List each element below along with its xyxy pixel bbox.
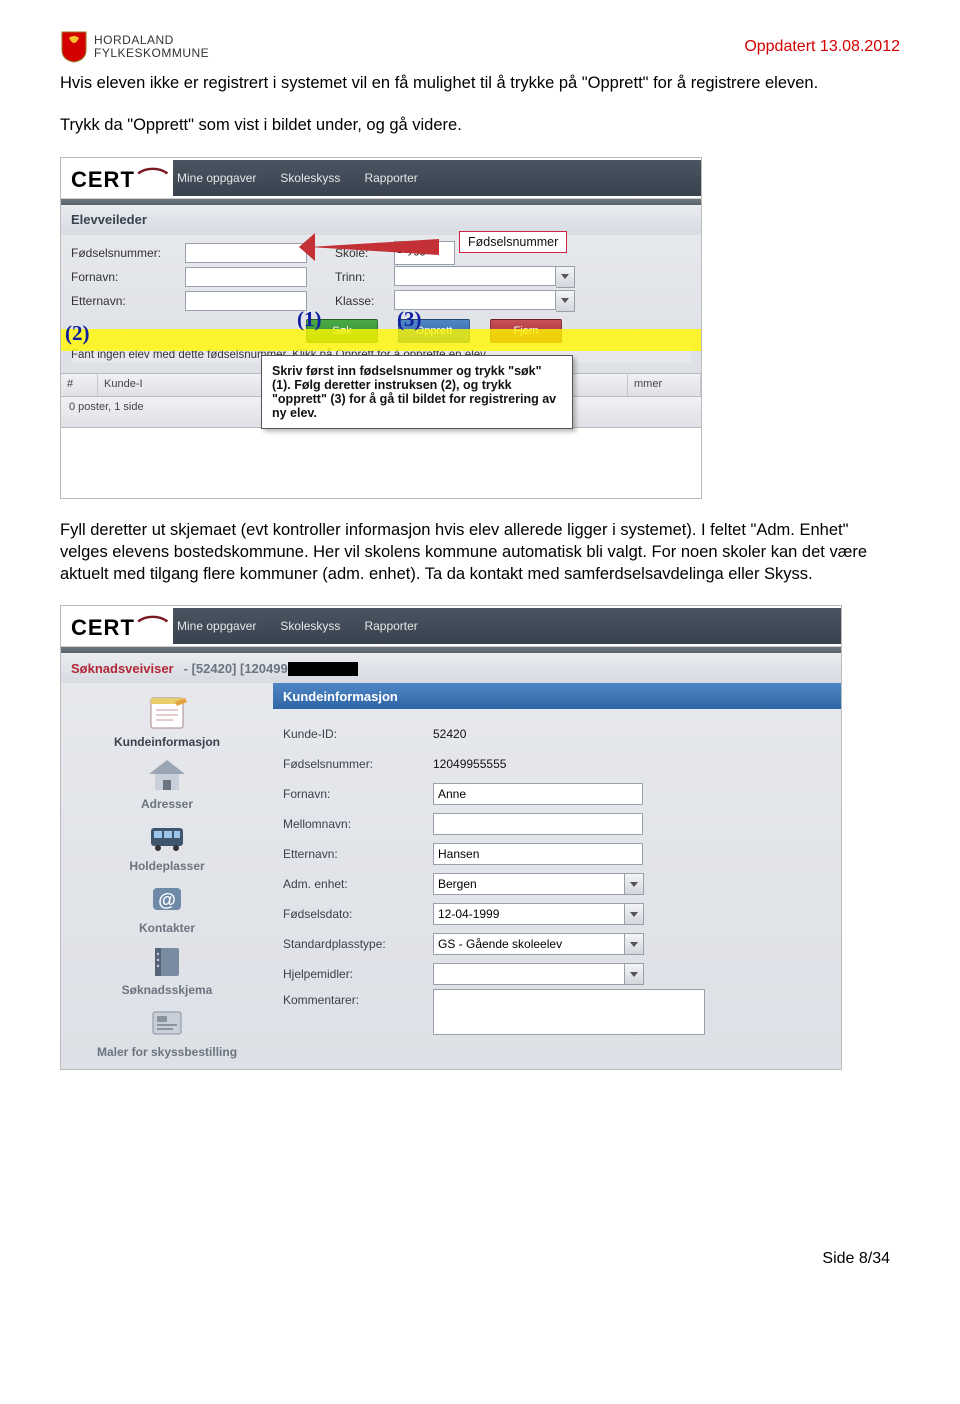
label-kundeid: Kunde-ID:	[283, 727, 433, 741]
svg-text:@: @	[158, 890, 176, 910]
tooltip-fodselsnummer: Fødselsnummer	[459, 231, 567, 253]
chevron-down-icon[interactable]	[625, 903, 644, 925]
label-stdplass: Standardplasstype:	[283, 937, 433, 951]
step-adresser[interactable]: Adresser	[67, 755, 267, 811]
label-fornavn: Fornavn:	[283, 787, 433, 801]
paragraph-2: Trykk da "Opprett" som vist i bildet und…	[60, 114, 900, 136]
notebook-icon	[144, 941, 190, 981]
step-kundeinfo[interactable]: Kundeinformasjon	[67, 693, 267, 749]
page-number: Side 8/34	[60, 1250, 900, 1268]
tab-mine-oppgaver[interactable]: Mine oppgaver	[177, 171, 256, 185]
input-fornavn[interactable]	[185, 267, 307, 287]
tab-rapporter[interactable]: Rapporter	[364, 171, 417, 185]
tab-skoleskyss[interactable]: Skoleskyss	[280, 171, 340, 185]
chevron-down-icon[interactable]	[625, 873, 644, 895]
input-fodselsnummer[interactable]	[185, 243, 307, 263]
step-maler[interactable]: Maler for skyssbestilling	[67, 1003, 267, 1059]
step-holdeplasser[interactable]: Holdeplasser	[67, 817, 267, 873]
chevron-down-icon[interactable]	[556, 290, 575, 312]
label-fodselsnummer: Fødselsnummer:	[71, 246, 181, 260]
value-kundeid: 52420	[433, 727, 466, 741]
notes-icon	[144, 693, 190, 733]
cert-logo: CERT ⌒	[61, 162, 165, 194]
label-fornavn: Fornavn:	[71, 270, 181, 284]
label-admenhet: Adm. enhet:	[283, 877, 433, 891]
chevron-down-icon[interactable]	[625, 963, 644, 985]
breadcrumb-id: - [52420] [120499	[184, 661, 358, 677]
label-etternavn: Etternavn:	[283, 847, 433, 861]
tab-mine-oppgaver[interactable]: Mine oppgaver	[177, 619, 256, 633]
arrow-icon	[309, 239, 439, 255]
input-etternavn[interactable]	[433, 843, 643, 865]
paragraph-1: Hvis eleven ikke er registrert i systeme…	[60, 72, 900, 94]
annotation-1: (1)	[297, 307, 322, 332]
tab-rapporter[interactable]: Rapporter	[364, 619, 417, 633]
th-kundeid: Kunde-I	[98, 374, 281, 396]
input-mellomnavn[interactable]	[433, 813, 643, 835]
input-hjelpemidler[interactable]	[433, 963, 625, 985]
label-hjelpemidler: Hjelpemidler:	[283, 967, 433, 981]
step-kontakter[interactable]: @ Kontakter	[67, 879, 267, 935]
redacted-block	[288, 662, 358, 676]
label-klasse: Klasse:	[335, 294, 390, 308]
annotation-2: (2)	[65, 321, 90, 346]
input-fdato[interactable]	[433, 903, 625, 925]
org-line2: FYLKESKOMMUNE	[94, 47, 209, 60]
step-soknadsskjema[interactable]: Søknadsskjema	[67, 941, 267, 997]
screenshot-soknadsveiviser: CERT ⌒ Mine oppgaver Skoleskyss Rapporte…	[60, 605, 842, 1070]
label-mellomnavn: Mellomnavn:	[283, 817, 433, 831]
cert-logo: CERT ⌒	[61, 610, 165, 642]
input-admenhet[interactable]	[433, 873, 625, 895]
org-logo: HORDALAND FYLKESKOMMUNE	[60, 30, 209, 64]
screenshot-elevveileder: CERT ⌒ Mine oppgaver Skoleskyss Rapporte…	[60, 157, 702, 499]
template-icon	[144, 1003, 190, 1043]
updated-date: Oppdatert 13.08.2012	[744, 38, 900, 56]
label-kommentarer: Kommentarer:	[283, 989, 433, 1007]
tab-skoleskyss[interactable]: Skoleskyss	[280, 619, 340, 633]
input-etternavn[interactable]	[185, 291, 307, 311]
paragraph-3: Fyll deretter ut skjemaet (evt kontrolle…	[60, 519, 900, 586]
section-heading: Kundeinformasjon	[273, 683, 841, 709]
input-stdplass[interactable]	[433, 933, 625, 955]
input-fornavn[interactable]	[433, 783, 643, 805]
input-trinn[interactable]	[394, 266, 556, 286]
label-fdato: Fødselsdato:	[283, 907, 433, 921]
th-mmer: mmer	[628, 374, 701, 396]
page-title: Elevveileder	[71, 212, 147, 227]
at-icon: @	[144, 879, 190, 919]
value-fnr: 12049955555	[433, 757, 506, 771]
label-trinn: Trinn:	[335, 270, 390, 284]
label-etternavn: Etternavn:	[71, 294, 181, 308]
chevron-down-icon[interactable]	[556, 266, 575, 288]
house-icon	[144, 755, 190, 795]
chevron-down-icon[interactable]	[625, 933, 644, 955]
breadcrumb-main[interactable]: Søknadsveiviser	[71, 661, 174, 676]
textarea-kommentarer[interactable]	[433, 989, 705, 1035]
label-fnr: Fødselsnummer:	[283, 757, 433, 771]
bus-icon	[144, 817, 190, 857]
tooltip-instructions: Skriv først inn fødselsnummer og trykk "…	[261, 355, 573, 429]
annotation-3: (3)	[397, 307, 422, 332]
